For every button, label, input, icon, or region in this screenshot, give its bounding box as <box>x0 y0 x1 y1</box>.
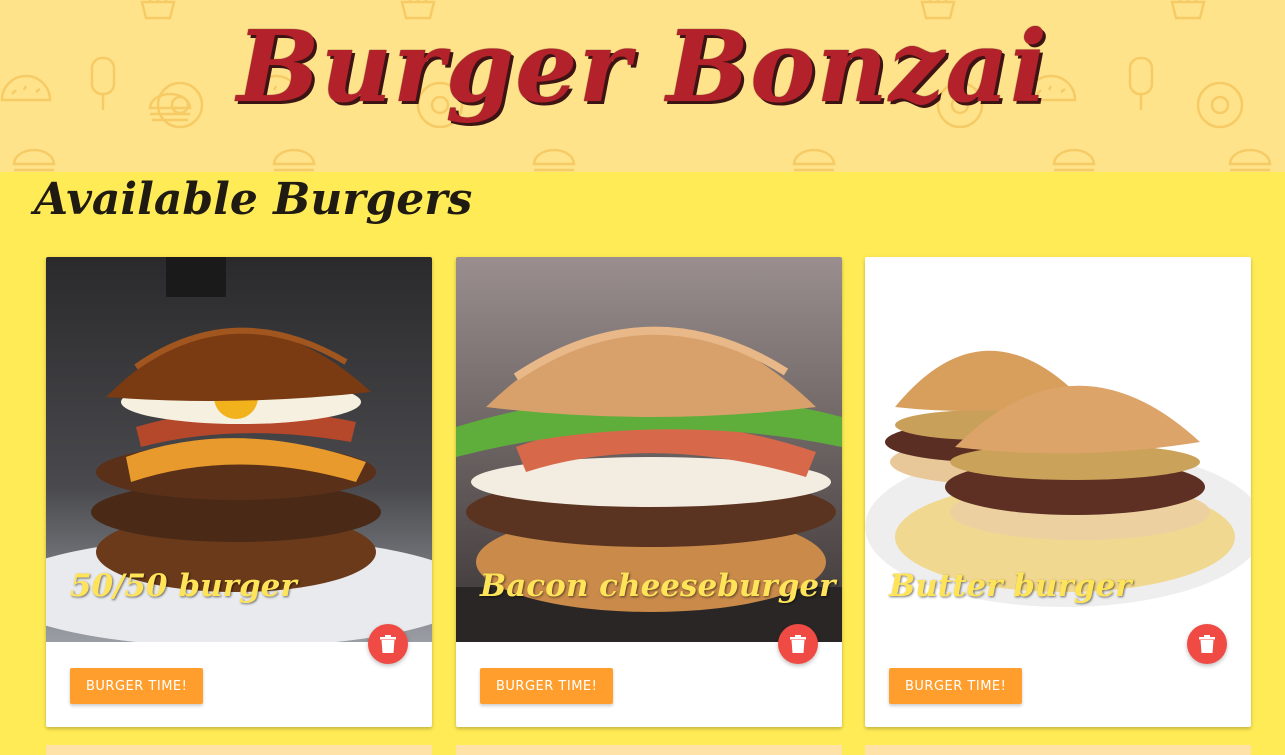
delete-button[interactable] <box>778 624 818 664</box>
burger-icon <box>792 148 836 172</box>
burger-time-button[interactable]: Burger time! <box>480 668 614 704</box>
burger-icon <box>1228 148 1272 172</box>
trash-icon <box>380 635 396 653</box>
trash-icon <box>1199 635 1215 653</box>
burger-icon <box>1052 148 1096 172</box>
burger-icon <box>532 148 576 172</box>
delete-button[interactable] <box>1187 624 1227 664</box>
burger-card: Butter burger Burger time! <box>865 257 1251 727</box>
delete-button[interactable] <box>368 624 408 664</box>
burger-title: Bacon cheeseburger <box>480 568 836 604</box>
section-title: Available Burgers <box>34 174 473 225</box>
card-partial <box>865 745 1251 755</box>
card-partial <box>456 745 842 755</box>
site-header: Burger Bonzai <box>0 0 1285 172</box>
card-partial <box>46 745 432 755</box>
trash-icon <box>790 635 806 653</box>
burger-title: 50/50 burger <box>70 568 297 604</box>
burger-title: Butter burger <box>889 568 1132 604</box>
burger-time-button[interactable]: Burger time! <box>889 668 1023 704</box>
burger-time-button[interactable]: Burger time! <box>70 668 204 704</box>
burger-card: Bacon cheeseburger Burger time! <box>456 257 842 727</box>
burger-card: 50/50 burger Burger time! <box>46 257 432 727</box>
site-title: Burger Bonzai <box>236 10 1049 125</box>
